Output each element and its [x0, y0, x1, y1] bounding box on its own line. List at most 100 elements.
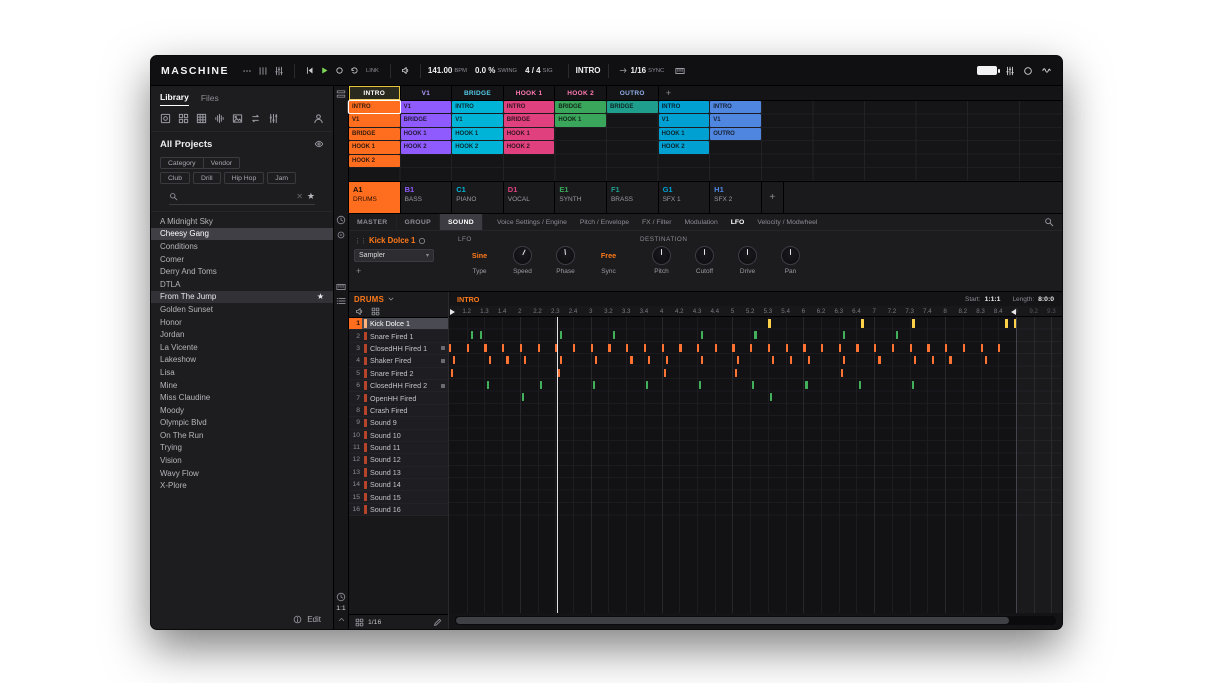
note-event[interactable]	[770, 393, 773, 402]
levels-icon[interactable]	[1005, 66, 1015, 76]
note-event[interactable]	[838, 343, 841, 352]
note-event[interactable]	[453, 356, 456, 365]
note-event[interactable]	[732, 343, 735, 352]
clip-cell-D1-bridge[interactable]: BRIDGE	[503, 114, 555, 127]
note-event[interactable]	[821, 343, 824, 352]
note-event[interactable]	[519, 343, 523, 352]
note-grid[interactable]	[449, 317, 1062, 613]
playstart-marker-icon[interactable]	[450, 308, 455, 315]
pattern-clip-grid[interactable]: INTRO V1 BRIDGE HOOK 1 HOOK 2 V1 BRIDGE HOOK 1H…	[349, 101, 1062, 181]
sound-row-2[interactable]: 2 Snare Fired 1	[349, 330, 448, 343]
param-type[interactable]: Sine Type	[458, 244, 501, 275]
tag-drill[interactable]: Drill	[192, 172, 221, 184]
sound-row-6[interactable]: 6 ClosedHH Fired 2	[349, 379, 448, 393]
loop-icon[interactable]	[250, 113, 261, 124]
view-columns-icon[interactable]	[258, 66, 268, 76]
note-event[interactable]	[807, 356, 810, 365]
param-sync[interactable]: Free Sync	[587, 244, 630, 275]
sound-row-10[interactable]: 10 Sound 10	[349, 429, 448, 442]
note-event[interactable]	[789, 356, 793, 365]
grid-value[interactable]: 1/16	[368, 619, 381, 626]
sound-row-8[interactable]: 8 Crash Fired	[349, 404, 448, 418]
knob-drive[interactable]	[738, 246, 757, 265]
project-row[interactable]: X-Plore	[151, 479, 333, 492]
pattern-end-line[interactable]	[1015, 317, 1017, 613]
note-event[interactable]	[803, 343, 806, 352]
note-event[interactable]	[679, 343, 682, 352]
mixer-view-icon[interactable]	[274, 66, 284, 76]
group-D1[interactable]: D1 VOCAL	[504, 182, 556, 213]
tag-jam[interactable]: Jam	[267, 172, 297, 184]
section-tab-bridge[interactable]: BRIDGE	[452, 86, 504, 100]
length-value[interactable]: 8:0:0	[1038, 296, 1054, 303]
filter-vendor[interactable]: Vendor	[203, 157, 241, 169]
filter-category[interactable]: Category	[160, 157, 204, 169]
group-F1[interactable]: F1 BRASS	[607, 182, 659, 213]
note-event[interactable]	[843, 331, 846, 340]
note-event[interactable]	[913, 356, 917, 365]
clip-cell-B1-bridge[interactable]: BRIDGE	[400, 114, 452, 127]
section-tab-intro[interactable]: INTRO	[349, 86, 401, 100]
note-event[interactable]	[486, 381, 489, 389]
swing-value[interactable]: 0.0 %	[475, 66, 495, 75]
note-event[interactable]	[767, 318, 771, 328]
note-event[interactable]	[909, 343, 912, 352]
sound-row-4[interactable]: 4 Shaker Fired	[349, 355, 448, 368]
project-row[interactable]: DTLA	[151, 278, 333, 291]
all-projects-header[interactable]: All Projects	[160, 139, 212, 150]
param-pan[interactable]: Pan	[769, 244, 812, 275]
level-tab-sound[interactable]: SOUND	[439, 214, 483, 230]
note-event[interactable]	[449, 343, 452, 352]
note-event[interactable]	[643, 343, 647, 352]
sound-row-13[interactable]: 13 Sound 13	[349, 466, 448, 480]
project-row[interactable]: Cheesy Gang	[151, 227, 333, 241]
note-event[interactable]	[699, 381, 702, 389]
sound-row-16[interactable]: 16 Sound 16	[349, 503, 448, 517]
note-event[interactable]	[984, 356, 987, 365]
sound-row-11[interactable]: 11 Sound 11	[349, 441, 448, 455]
pads-icon[interactable]	[178, 113, 189, 124]
group-H1[interactable]: H1 SFX 2	[710, 182, 762, 213]
prop-tab-velocity-modwheel[interactable]: Velocity / Modwheel	[757, 219, 817, 226]
start-value[interactable]: 1:1:1	[985, 296, 1001, 303]
search-bar[interactable]: ✕ ★	[169, 189, 315, 205]
prop-tab-lfo[interactable]: LFO	[731, 219, 745, 226]
magnifier-icon[interactable]	[1044, 217, 1054, 227]
project-row[interactable]: Mine	[151, 379, 333, 392]
note-event[interactable]	[665, 356, 669, 365]
project-row[interactable]: Derry And Toms	[151, 265, 333, 278]
pattern-end-marker-icon[interactable]	[1010, 308, 1016, 315]
clear-search-icon[interactable]: ✕	[296, 192, 303, 201]
note-event[interactable]	[962, 343, 965, 352]
play-icon[interactable]	[320, 66, 329, 75]
param-cutoff[interactable]: Cutoff	[683, 244, 726, 275]
clip-cell-C1-v1[interactable]: V1	[452, 114, 503, 127]
clip-cell-D1-hook-2[interactable]: HOOK 2	[503, 141, 555, 154]
control-clock-icon[interactable]	[336, 215, 346, 225]
project-row[interactable]: Miss Claudine	[151, 391, 333, 404]
note-event[interactable]	[451, 368, 454, 377]
note-event[interactable]	[931, 356, 934, 365]
project-row[interactable]: Moody	[151, 404, 333, 417]
bpm-value[interactable]: 141.00	[428, 66, 452, 75]
loop-icon[interactable]	[350, 66, 359, 75]
pencil-icon[interactable]	[433, 618, 442, 627]
wave-icon[interactable]	[214, 113, 225, 124]
note-event[interactable]	[734, 368, 737, 377]
knob-speed[interactable]	[513, 246, 532, 265]
favorites-filter-icon[interactable]: ★	[307, 191, 315, 202]
restart-transport-icon[interactable]	[305, 66, 314, 75]
sound-row-15[interactable]: 15 Sound 15	[349, 491, 448, 504]
tag-club[interactable]: Club	[160, 172, 190, 184]
tag-hip-hop[interactable]: Hip Hop	[223, 172, 265, 184]
note-event[interactable]	[785, 343, 788, 352]
sound-row-9[interactable]: 9 Sound 9	[349, 417, 448, 430]
clip-cell-D1-intro[interactable]: INTRO	[503, 101, 555, 114]
note-event[interactable]	[608, 343, 611, 352]
note-event[interactable]	[896, 331, 899, 340]
param-pitch[interactable]: Pitch	[640, 244, 683, 275]
project-row[interactable]: A Midnight Sky	[151, 215, 333, 228]
project-row[interactable]: Golden Sunset	[151, 303, 333, 316]
note-event[interactable]	[590, 343, 593, 352]
clip-cell-G1-hook-2[interactable]: HOOK 2	[658, 141, 710, 154]
